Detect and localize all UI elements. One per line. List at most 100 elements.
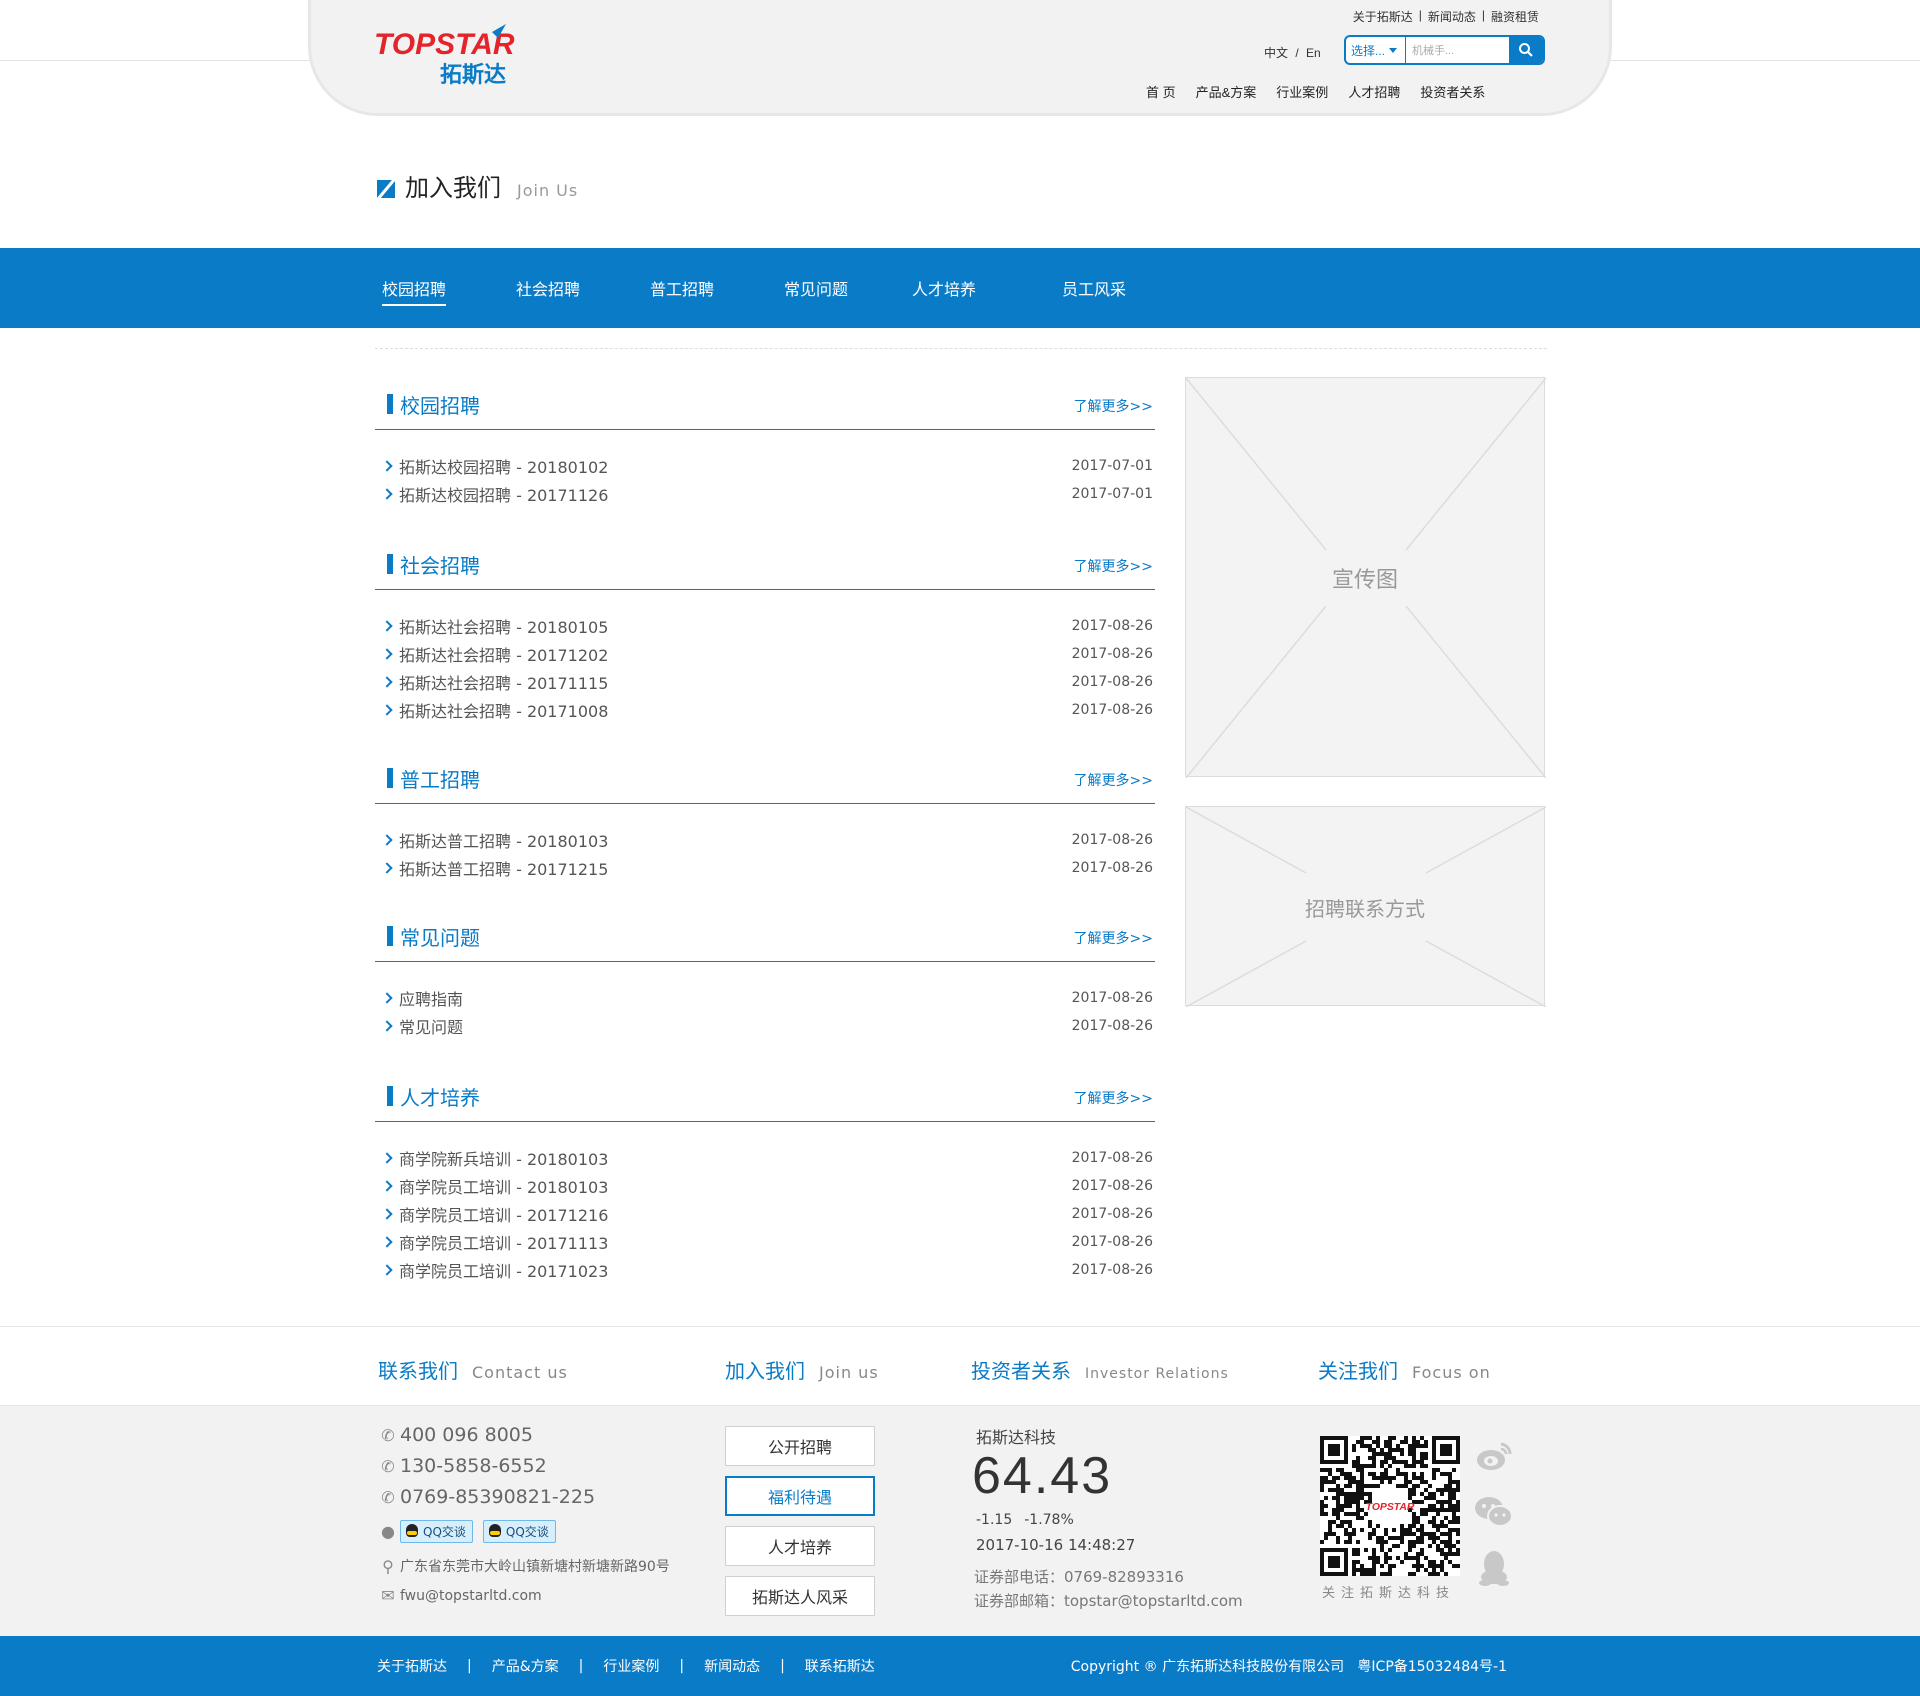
item-title[interactable]: 拓斯达普工招聘 - 20171215 [399,856,608,880]
list-item[interactable]: 商学院员工培训 - 20171216 2017-08-26 [375,1200,1155,1228]
top-link-about[interactable]: 关于拓斯达 [1347,8,1419,25]
item-title[interactable]: 商学院员工培训 - 20171023 [399,1258,608,1282]
item-title[interactable]: 应聘指南 [399,986,463,1010]
bottom-link-about[interactable]: 关于拓斯达 [377,1656,447,1676]
wechat-icon[interactable] [1474,1492,1514,1532]
tab-faq[interactable]: 常见问题 [784,276,848,300]
qq-chat-button[interactable]: QQ交谈 [482,1520,556,1543]
nav-cases[interactable]: 行业案例 [1276,82,1328,101]
nav-careers[interactable]: 人才招聘 [1348,82,1400,101]
bottom-link-contact[interactable]: 联系拓斯达 [805,1656,875,1676]
qq-icon[interactable] [1474,1548,1514,1588]
promo-image-placeholder[interactable]: 宣传图 [1185,377,1546,778]
join-button-public[interactable]: 公开招聘 [725,1426,875,1466]
list-item[interactable]: 应聘指南 2017-08-26 [375,984,1155,1012]
lang-cn[interactable]: 中文 [1264,46,1288,60]
lang-sep: / [1295,46,1299,60]
item-title[interactable]: 拓斯达普工招聘 - 20180103 [399,828,608,852]
lang-en[interactable]: En [1306,46,1321,60]
stock-change-value: -1.15 [976,1512,1013,1528]
chevron-right-icon [381,1236,393,1248]
list-item[interactable]: 商学院员工培训 - 20171023 2017-08-26 [375,1256,1155,1284]
heading-en: Contact us [472,1363,568,1382]
qr-code: TOPSTAR [1320,1436,1460,1576]
item-title[interactable]: 商学院新兵培训 - 20180103 [399,1146,608,1170]
bottom-link-cases[interactable]: 行业案例 [603,1656,659,1676]
item-title[interactable]: 拓斯达校园招聘 - 20171126 [399,482,608,506]
item-date: 2017-07-01 [1071,458,1153,474]
topstar-logo[interactable]: TOPSTAR 拓斯达 [374,24,544,88]
item-title[interactable]: 拓斯达社会招聘 - 20171115 [399,670,608,694]
item-title[interactable]: 拓斯达社会招聘 - 20171008 [399,698,608,722]
tab-worker[interactable]: 普工招聘 [650,276,714,300]
tab-campus[interactable]: 校园招聘 [382,276,447,306]
tab-talent[interactable]: 人才培养 [912,276,976,300]
item-title[interactable]: 拓斯达校园招聘 - 20180102 [399,454,608,478]
more-link[interactable]: 了解更多>> [1074,396,1153,416]
chevron-right-icon [381,862,393,874]
section-marker [387,394,393,414]
more-link[interactable]: 了解更多>> [1074,928,1153,948]
item-date: 2017-08-26 [1071,1178,1153,1194]
chevron-right-icon [381,704,393,716]
list-item[interactable]: 拓斯达普工招聘 - 20171215 2017-08-26 [375,854,1155,882]
item-title[interactable]: 常见问题 [399,1014,463,1038]
phone-icon: ✆ [381,1487,395,1507]
more-link[interactable]: 了解更多>> [1074,556,1153,576]
list-item[interactable]: 拓斯达普工招聘 - 20180103 2017-08-26 [375,826,1155,854]
section-title: 社会招聘 [400,554,480,578]
qq-chat-button[interactable]: QQ交谈 [400,1520,473,1543]
section-title: 常见问题 [400,926,480,950]
list-item[interactable]: 商学院员工培训 - 20171113 2017-08-26 [375,1228,1155,1256]
list-item[interactable]: 拓斯达社会招聘 - 20171008 2017-08-26 [375,696,1155,724]
more-link[interactable]: 了解更多>> [1074,1088,1153,1108]
top-link-leasing[interactable]: 融资租赁 [1485,8,1545,25]
join-button-staff[interactable]: 拓斯达人风采 [725,1576,875,1616]
qq-line: ● QQ交谈 QQ交谈 [380,1520,566,1543]
heading-en: Investor Relations [1085,1366,1229,1382]
more-link[interactable]: 了解更多>> [1074,770,1153,790]
join-button-welfare[interactable]: 福利待遇 [725,1476,875,1516]
item-title[interactable]: 拓斯达社会招聘 - 20180105 [399,614,608,638]
tab-social[interactable]: 社会招聘 [516,276,580,300]
section-header: 校园招聘 了解更多>> [375,378,1155,430]
chevron-right-icon [381,460,393,472]
item-title[interactable]: 商学院员工培训 - 20171216 [399,1202,608,1226]
phone-icon: ✆ [381,1456,395,1476]
list-item[interactable]: 常见问题 2017-08-26 [375,1012,1155,1040]
chevron-right-icon [381,1020,393,1032]
nav-home[interactable]: 首 页 [1146,82,1176,101]
contact-image-placeholder[interactable]: 招聘联系方式 [1185,806,1546,1007]
top-link-news[interactable]: 新闻动态 [1422,8,1482,25]
join-button-talent[interactable]: 人才培养 [725,1526,875,1566]
bottom-link-news[interactable]: 新闻动态 [704,1656,760,1676]
list-item[interactable]: 商学院员工培训 - 20180103 2017-08-26 [375,1172,1155,1200]
item-date: 2017-08-26 [1071,646,1153,662]
section-marker [387,1086,393,1106]
list-item[interactable]: 拓斯达社会招聘 - 20171202 2017-08-26 [375,640,1155,668]
tab-staff[interactable]: 员工风采 [1062,276,1126,300]
weibo-icon[interactable] [1474,1436,1514,1476]
list-item[interactable]: 商学院新兵培训 - 20180103 2017-08-26 [375,1144,1155,1172]
nav-products[interactable]: 产品&方案 [1196,82,1257,101]
bottom-link-products[interactable]: 产品&方案 [492,1656,559,1676]
section-worker: 普工招聘 了解更多>> 拓斯达普工招聘 - 20180103 2017-08-26… [375,752,1155,882]
phone-icon: ✆ [381,1425,395,1445]
search-button[interactable] [1509,37,1543,63]
search-category-select[interactable]: 选择... [1346,37,1406,63]
stock-time: 2017-10-16 14:48:27 [976,1536,1136,1554]
list-item[interactable]: 拓斯达校园招聘 - 20171126 2017-07-01 [375,480,1155,508]
item-title[interactable]: 商学院员工培训 - 20180103 [399,1174,608,1198]
top-links: 关于拓斯达 | 新闻动态 | 融资租赁 [1347,8,1545,25]
list-item[interactable]: 拓斯达社会招聘 - 20171115 2017-08-26 [375,668,1155,696]
list-item[interactable]: 拓斯达社会招聘 - 20180105 2017-08-26 [375,612,1155,640]
search-input[interactable]: 机械手... [1406,37,1509,63]
list-item[interactable]: 拓斯达校园招聘 - 20180102 2017-07-01 [375,452,1155,480]
footer-heading-contact: 联系我们 Contact us [378,1355,568,1384]
email-text[interactable]: fwu@topstarltd.com [400,1588,542,1604]
item-date: 2017-08-26 [1071,860,1153,876]
item-title[interactable]: 商学院员工培训 - 20171113 [399,1230,608,1254]
item-title[interactable]: 拓斯达社会招聘 - 20171202 [399,642,608,666]
nav-investors[interactable]: 投资者关系 [1420,82,1485,101]
item-date: 2017-08-26 [1071,1150,1153,1166]
